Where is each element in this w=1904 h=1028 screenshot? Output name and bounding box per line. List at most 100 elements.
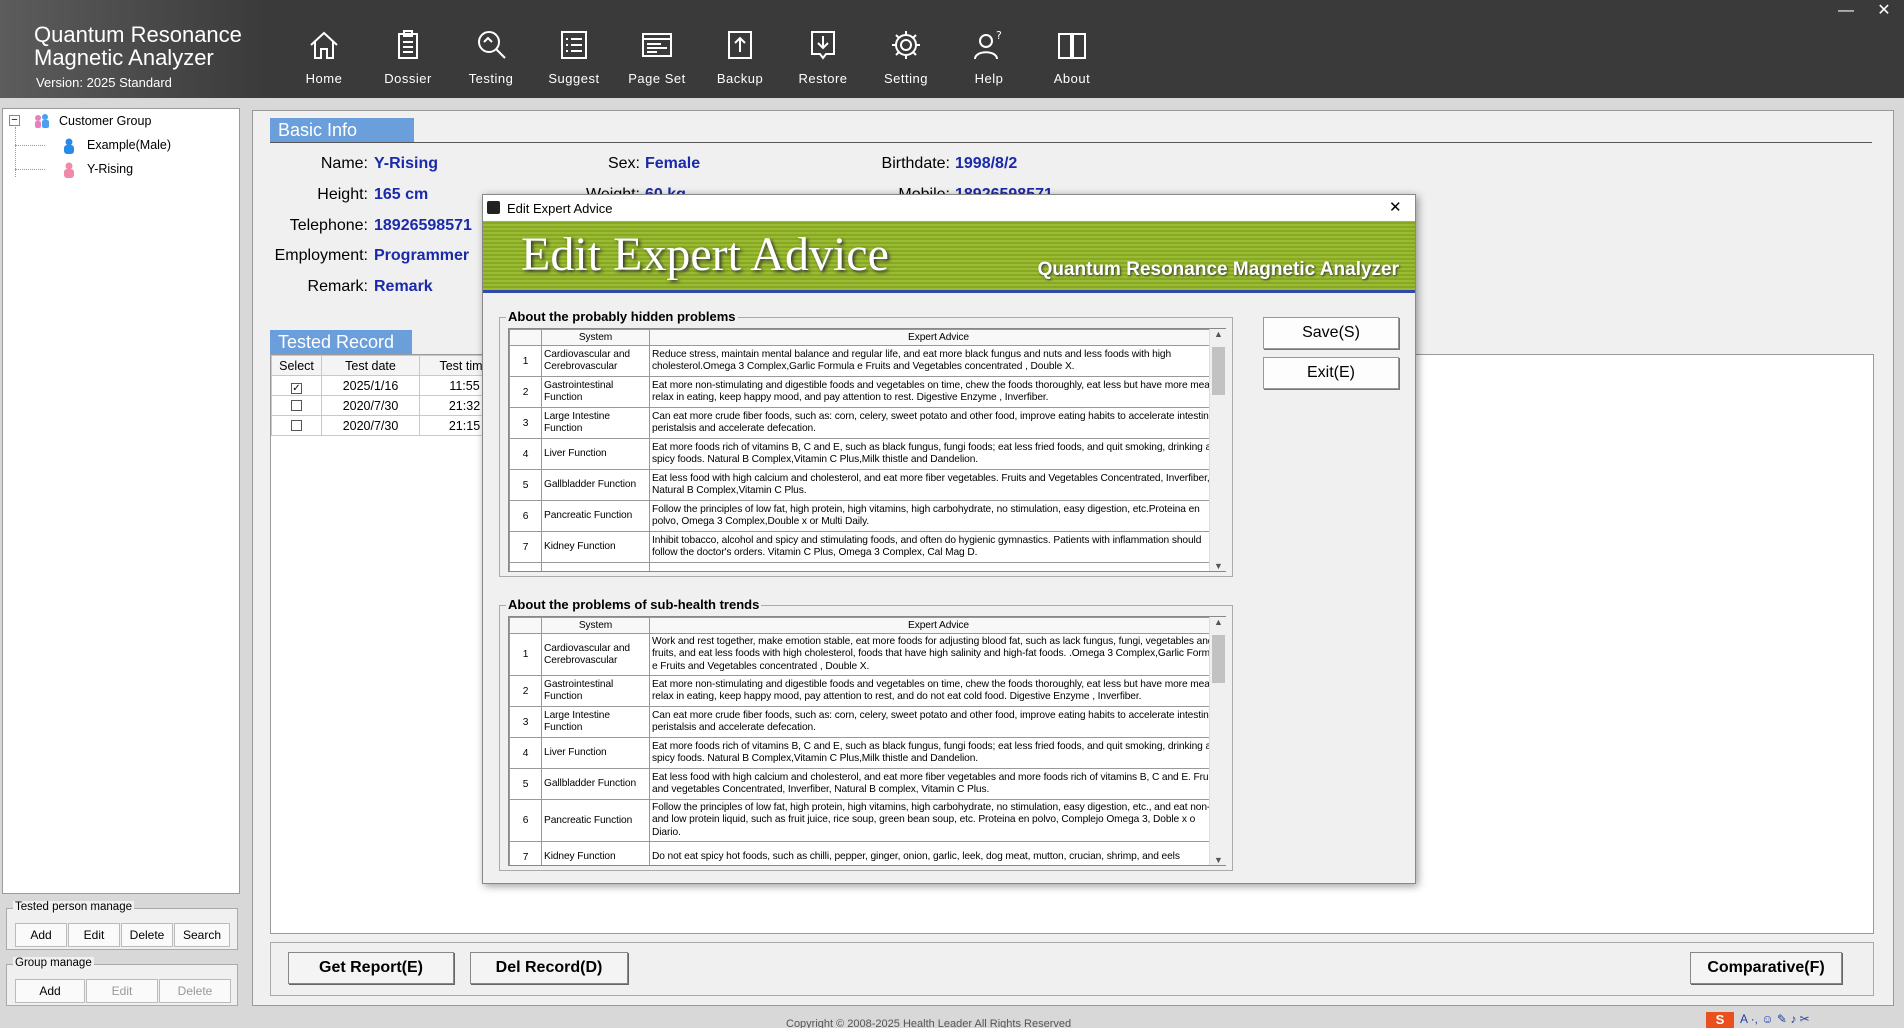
row-select-cell[interactable]: ✓ [271,375,322,396]
tray-icons[interactable]: A ·, ☺ ✎ ♪ ✂ [1740,1012,1810,1026]
toolbar-suggest-button[interactable]: Suggest [533,0,615,98]
toolbar-testing-button[interactable]: Testing [450,0,532,98]
table-row[interactable]: 6 Pancreatic Function Follow the principle… [509,500,1225,532]
table-row[interactable]: 7 Kidney Function Inhibit tobacco, alcohol… [509,531,1225,563]
top-toolbar: Quantum Resonance Magnetic Analyzer Vers… [0,0,1904,98]
hidden-problems-table[interactable]: System Expert Advice 1 Cardiovascular and … [508,328,1226,572]
table-row[interactable]: 2020/7/30 21:15 [271,415,510,436]
row-advice[interactable]: Can eat more crude fiber foods, such as:… [649,706,1225,738]
person-search-button[interactable]: Search [174,923,230,947]
scroll-up-icon[interactable]: ▲ [1210,617,1227,627]
table-row[interactable]: 1 Cardiovascular and Cerebrovascular Reduc… [509,345,1225,377]
toolbar-home-button[interactable]: Home [283,0,365,98]
table-row[interactable]: 3 Large Intestine Function Can eat more cr… [509,407,1225,439]
list-icon [561,31,587,59]
group-add-button[interactable]: Add [15,979,85,1003]
scroll-thumb[interactable] [1212,635,1225,683]
row-system: Large Intestine Function [541,407,650,439]
get-report-button[interactable]: Get Report(E) [288,952,454,984]
table-row[interactable]: 2 Gastrointestinal Function Eat more non-s… [509,675,1225,707]
row-advice[interactable]: Eat more non-stimulating and digestible … [649,675,1225,707]
row-date: 2025/1/16 [321,375,420,396]
row-advice[interactable]: Follow the principles of low fat, high p… [649,500,1225,532]
row-advice[interactable]: Eat less food with high calcium and chol… [649,469,1225,501]
exit-button[interactable]: Exit(E) [1263,357,1399,389]
subhealth-table-scrollbar[interactable]: ▲ ▼ [1209,617,1226,865]
row-index: 8 [509,562,542,571]
table-row[interactable]: 3 Large Intestine Function Can eat more cr… [509,706,1225,738]
row-select-cell[interactable] [271,415,322,436]
minimize-button[interactable]: — [1828,0,1864,24]
row-system: Gallbladder Function [541,469,650,501]
table-row[interactable]: 1 Cardiovascular and Cerebrovascular Work … [509,633,1225,676]
row-advice[interactable]: Eat more non-stimulating and digestible … [649,376,1225,408]
person-add-button[interactable]: Add [15,923,67,947]
tree-expander[interactable]: − [9,115,20,126]
table-row[interactable]: 2020/7/30 21:32 [271,395,510,416]
row-system: Gallbladder Function [541,768,650,800]
tested-person-manage-title: Tested person manage [13,901,134,913]
row-index: 4 [509,737,542,769]
row-advice[interactable]: Reduce stress, maintain mental balance a… [649,345,1225,377]
toolbar-help-button[interactable]: ? Help [948,0,1030,98]
row-advice[interactable]: Eat more foods rich of vitamins B, C and… [649,737,1225,769]
row-checkbox[interactable] [291,419,302,431]
table-row[interactable]: 5 Gallbladder Function Eat less food with … [509,469,1225,501]
table-row[interactable]: 6 Pancreatic Function Follow the principle… [509,799,1225,842]
row-advice[interactable]: Eat less food with high calcium and chol… [649,768,1225,800]
save-button[interactable]: Save(S) [1263,317,1399,349]
table-row[interactable]: 8 Eat more foods with high content of vit… [509,562,1225,571]
toolbar-backup-button[interactable]: Backup [699,0,781,98]
row-index: 3 [509,407,542,439]
row-index: 5 [509,469,542,501]
ime-icon[interactable]: S [1706,1012,1734,1028]
del-record-button[interactable]: Del Record(D) [470,952,628,984]
row-advice[interactable]: Inhibit tobacco, alcohol and spicy and s… [649,531,1225,563]
group-delete-button[interactable]: Delete [159,979,231,1003]
customer-tree[interactable]: − Customer Group Example(Male) Y-Rising [2,108,240,894]
hidden-table-scrollbar[interactable]: ▲ ▼ [1209,329,1226,571]
subhealth-table[interactable]: System Expert Advice 1 Cardiovascular and … [508,616,1226,866]
person-edit-button[interactable]: Edit [68,923,120,947]
row-checkbox[interactable] [291,399,302,411]
row-advice[interactable]: Eat more foods rich of vitamins B, C and… [649,438,1225,470]
dialog-close-button[interactable]: ✕ [1389,198,1402,216]
row-advice[interactable]: Work and rest together, make emotion sta… [649,633,1225,676]
table-row[interactable]: 2 Gastrointestinal Function Eat more non-s… [509,376,1225,408]
toolbar-setting-label: Setting [884,71,928,86]
toolbar-restore-button[interactable]: Restore [782,0,864,98]
toolbar-page-set-button[interactable]: Page Set [616,0,698,98]
tree-node-example-male[interactable]: Example(Male) [87,138,171,152]
scroll-thumb[interactable] [1212,347,1225,395]
row-advice[interactable]: Follow the principles of low fat, high p… [649,799,1225,842]
scroll-down-icon[interactable]: ▼ [1210,855,1227,865]
tree-node-y-rising[interactable]: Y-Rising [87,162,133,176]
toolbar-setting-button[interactable]: Setting [865,0,947,98]
scroll-up-icon[interactable]: ▲ [1210,329,1227,339]
edit-expert-advice-dialog: Edit Expert Advice ✕ Edit Expert Advice … [482,194,1416,884]
row-select-cell[interactable] [271,395,322,416]
table-row[interactable]: 7 Kidney Function Do not eat spicy hot foo… [509,841,1225,865]
help-icon: ? [974,29,1002,60]
table-row[interactable]: 4 Liver Function Eat more foods rich of vi… [509,737,1225,769]
row-checkbox[interactable]: ✓ [291,382,302,394]
toolbar-about-button[interactable]: About [1031,0,1113,98]
app-brand: Quantum Resonance Magnetic Analyzer Vers… [0,0,270,98]
tree-root-label[interactable]: Customer Group [59,114,151,128]
person-delete-button[interactable]: Delete [121,923,173,947]
table-row[interactable]: ✓ 2025/1/16 11:55 [271,375,510,396]
row-advice[interactable]: Can eat more crude fiber foods, such as:… [649,407,1225,439]
toolbar-dossier-button[interactable]: Dossier [367,0,449,98]
close-button[interactable]: ✕ [1866,0,1902,24]
table-row[interactable]: 5 Gallbladder Function Eat less food with … [509,768,1225,800]
group-edit-button[interactable]: Edit [86,979,158,1003]
comparative-button[interactable]: Comparative(F) [1690,952,1842,984]
dialog-banner: Edit Expert Advice Quantum Resonance Mag… [483,221,1415,293]
page-set-icon [642,33,672,57]
row-advice[interactable]: Do not eat spicy hot foods, such as chil… [649,841,1225,865]
height-value: 165 cm [374,186,429,203]
row-system: Gastrointestinal Function [541,675,650,707]
row-advice[interactable]: Eat more foods with high content of vita… [649,562,1225,571]
scroll-down-icon[interactable]: ▼ [1210,561,1227,571]
table-row[interactable]: 4 Liver Function Eat more foods rich of vi… [509,438,1225,470]
